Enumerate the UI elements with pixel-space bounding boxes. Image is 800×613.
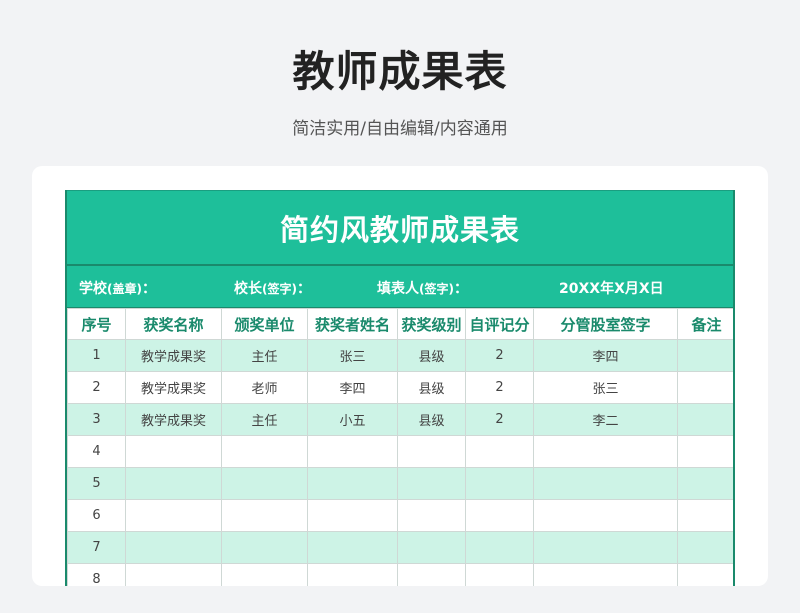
- table-cell[interactable]: [397, 531, 466, 564]
- date-field[interactable]: 20XX年X月X日: [559, 278, 664, 298]
- table-cell[interactable]: [533, 467, 678, 500]
- column-header: 颁奖单位: [221, 308, 308, 340]
- table-cell[interactable]: 教学成果奖: [125, 371, 222, 404]
- table-cell[interactable]: [125, 531, 222, 564]
- page-subtitle: 简洁实用/自由编辑/内容通用: [292, 119, 508, 139]
- table-cell[interactable]: [677, 531, 733, 564]
- table-cell[interactable]: 4: [67, 435, 126, 468]
- table-cell[interactable]: 李四: [307, 371, 398, 404]
- table-row: 3 教学成果奖 主任 小五 县级 2 李二: [67, 403, 733, 436]
- table-row: 5: [67, 467, 733, 500]
- table-cell[interactable]: [465, 563, 534, 586]
- table-row: 8: [67, 563, 733, 586]
- table-cell[interactable]: 2: [465, 371, 534, 404]
- table-cell[interactable]: 教学成果奖: [125, 339, 222, 372]
- principal-field[interactable]: 校长(签字)：: [234, 278, 311, 298]
- table-row: 2 教学成果奖 老师 李四 县级 2 张三: [67, 371, 733, 404]
- table-cell[interactable]: 小五: [307, 403, 398, 436]
- table-cell[interactable]: [125, 467, 222, 500]
- column-header: 备注: [677, 308, 733, 340]
- table-cell[interactable]: [533, 435, 678, 468]
- results-table: 序号 获奖名称 颁奖单位 获奖者姓名 获奖级别 自评记分 分管股室签字 备注 1…: [67, 308, 733, 586]
- column-header: 获奖者姓名: [307, 308, 398, 340]
- table-cell[interactable]: 主任: [221, 339, 308, 372]
- preview-card: 简约风教师成果表 学校(盖章)： 校长(签字)： 填表人(签字)： 20XX年X…: [32, 166, 768, 586]
- table-cell[interactable]: [533, 563, 678, 586]
- table-cell[interactable]: 李四: [533, 339, 678, 372]
- table-cell[interactable]: [221, 435, 308, 468]
- table-cell[interactable]: [125, 563, 222, 586]
- sheet-meta-row: 学校(盖章)： 校长(签字)： 填表人(签字)： 20XX年X月X日: [67, 266, 733, 308]
- column-header: 获奖级别: [397, 308, 466, 340]
- table-cell[interactable]: 教学成果奖: [125, 403, 222, 436]
- table-cell[interactable]: [307, 563, 398, 586]
- table-cell[interactable]: [307, 499, 398, 532]
- table-cell[interactable]: [397, 563, 466, 586]
- table-cell[interactable]: [677, 563, 733, 586]
- table-cell[interactable]: [221, 499, 308, 532]
- table-cell[interactable]: 县级: [397, 403, 466, 436]
- table-cell[interactable]: [125, 435, 222, 468]
- table-header-row: 序号 获奖名称 颁奖单位 获奖者姓名 获奖级别 自评记分 分管股室签字 备注: [67, 308, 733, 340]
- table-cell[interactable]: [221, 467, 308, 500]
- table-cell[interactable]: [533, 531, 678, 564]
- table-cell[interactable]: [533, 499, 678, 532]
- table-cell[interactable]: 县级: [397, 371, 466, 404]
- filler-field[interactable]: 填表人(签字)：: [377, 278, 468, 298]
- school-field[interactable]: 学校(盖章)：: [79, 278, 156, 298]
- column-header: 序号: [67, 308, 126, 340]
- sheet-banner-title: 简约风教师成果表: [67, 190, 733, 266]
- table-cell[interactable]: 2: [465, 339, 534, 372]
- table-cell[interactable]: 3: [67, 403, 126, 436]
- column-header: 获奖名称: [125, 308, 222, 340]
- table-cell[interactable]: [221, 531, 308, 564]
- table-row: 1 教学成果奖 主任 张三 县级 2 李四: [67, 339, 733, 372]
- table-cell[interactable]: 6: [67, 499, 126, 532]
- column-header: 分管股室签字: [533, 308, 678, 340]
- table-cell[interactable]: [465, 467, 534, 500]
- table-cell[interactable]: [677, 467, 733, 500]
- table-cell[interactable]: 主任: [221, 403, 308, 436]
- table-cell[interactable]: [677, 339, 733, 372]
- table-cell[interactable]: [465, 499, 534, 532]
- table-cell[interactable]: [221, 563, 308, 586]
- table-cell[interactable]: 2: [465, 403, 534, 436]
- table-cell[interactable]: 5: [67, 467, 126, 500]
- table-cell[interactable]: [465, 435, 534, 468]
- table-cell[interactable]: 8: [67, 563, 126, 586]
- table-cell[interactable]: [307, 435, 398, 468]
- table-cell[interactable]: [397, 499, 466, 532]
- table-cell[interactable]: [397, 467, 466, 500]
- table-cell[interactable]: 老师: [221, 371, 308, 404]
- table-cell[interactable]: [307, 531, 398, 564]
- table-cell[interactable]: 2: [67, 371, 126, 404]
- table-row: 4: [67, 435, 733, 468]
- table-cell[interactable]: [677, 371, 733, 404]
- table-cell[interactable]: [677, 435, 733, 468]
- table-cell[interactable]: [465, 531, 534, 564]
- table-row: 6: [67, 499, 733, 532]
- table-cell[interactable]: 张三: [533, 371, 678, 404]
- table-cell[interactable]: 县级: [397, 339, 466, 372]
- table-cell[interactable]: 1: [67, 339, 126, 372]
- table-row: 7: [67, 531, 733, 564]
- spreadsheet: 简约风教师成果表 学校(盖章)： 校长(签字)： 填表人(签字)： 20XX年X…: [65, 190, 735, 586]
- table-cell[interactable]: [125, 499, 222, 532]
- table-cell[interactable]: 李二: [533, 403, 678, 436]
- table-cell[interactable]: [307, 467, 398, 500]
- table-cell[interactable]: 7: [67, 531, 126, 564]
- table-cell[interactable]: [677, 403, 733, 436]
- table-cell[interactable]: 张三: [307, 339, 398, 372]
- table-cell[interactable]: [677, 499, 733, 532]
- column-header: 自评记分: [465, 308, 534, 340]
- table-cell[interactable]: [397, 435, 466, 468]
- page-title: 教师成果表: [292, 47, 508, 96]
